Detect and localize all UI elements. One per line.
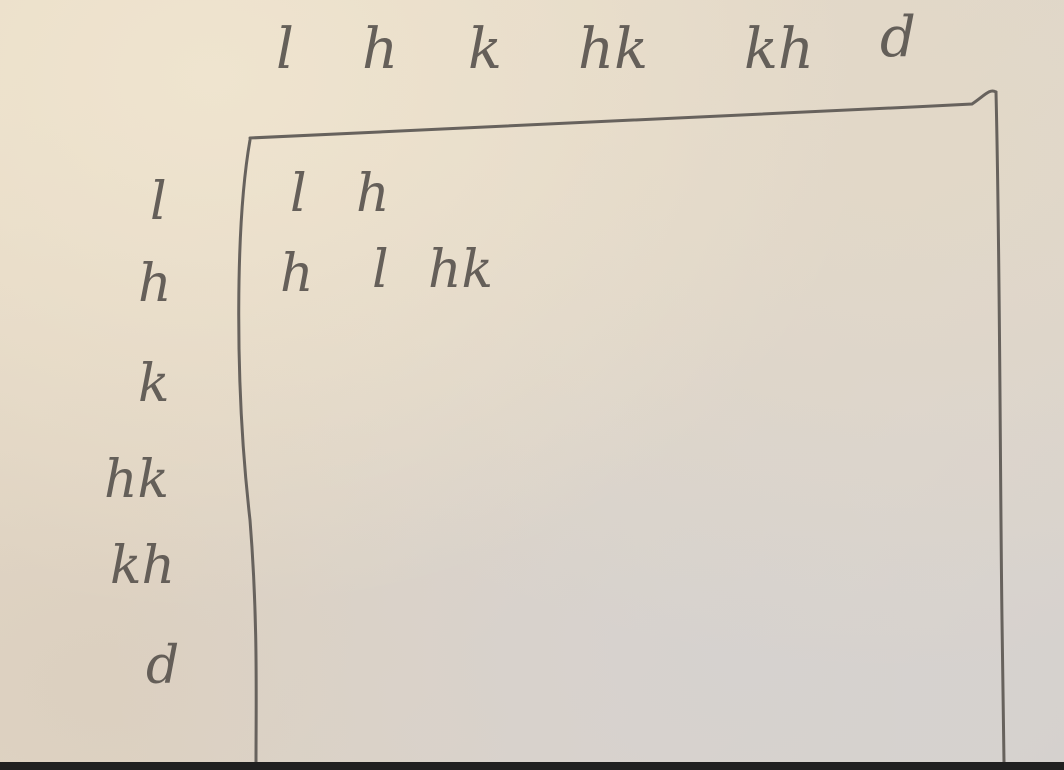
bottom-bar — [0, 762, 1064, 770]
table-top-border — [248, 89, 998, 140]
table-cell: l — [290, 164, 307, 224]
column-header: hk — [578, 17, 648, 82]
row-header: hk — [104, 450, 169, 510]
table-cell: l — [372, 240, 389, 300]
table-cell: h — [280, 244, 314, 304]
row-header: d — [146, 636, 180, 696]
row-header: kh — [110, 536, 175, 596]
column-header: h — [362, 17, 399, 82]
table-right-border — [994, 90, 1006, 762]
column-header: k — [468, 17, 502, 82]
column-header: kh — [744, 17, 814, 82]
column-header: l — [276, 17, 294, 82]
table-cell: h — [356, 164, 390, 224]
notebook-photo: l h k hk kh d l h k hk kh d l h h l hk — [0, 0, 1064, 762]
table-cell: hk — [428, 240, 493, 300]
table-left-border — [237, 138, 258, 762]
row-header: l — [150, 172, 167, 232]
row-header: h — [138, 254, 172, 314]
column-header: d — [880, 5, 916, 70]
row-header: k — [138, 354, 170, 414]
